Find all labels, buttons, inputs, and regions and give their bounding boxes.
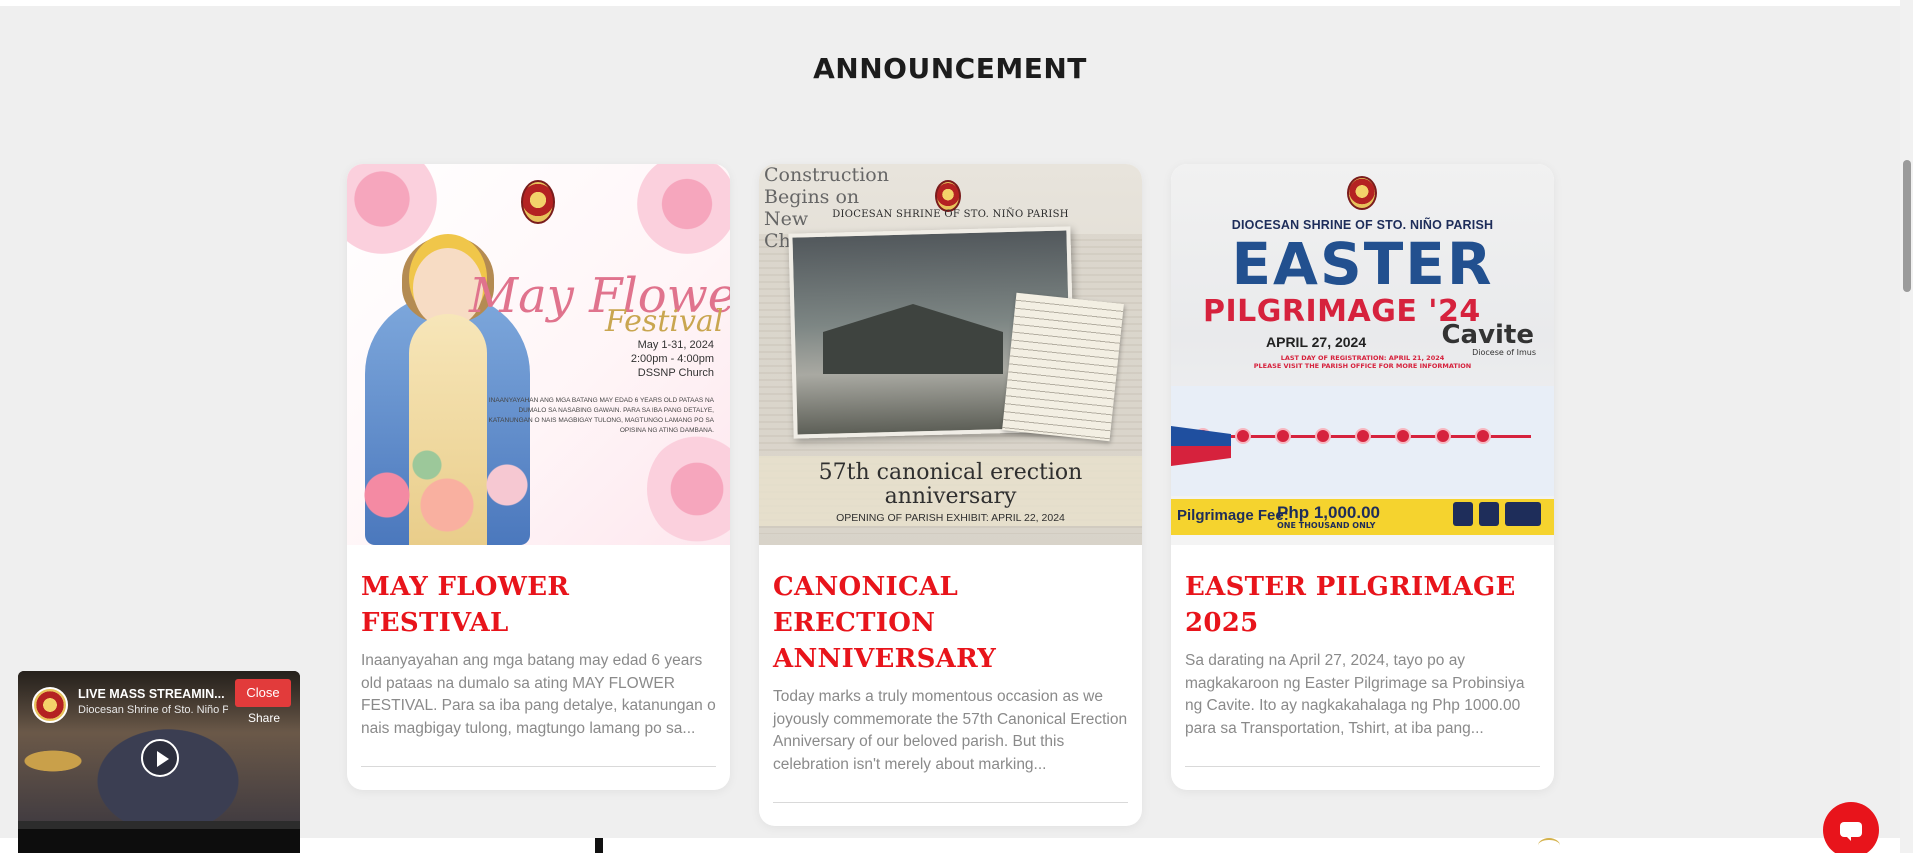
- parish-seal-icon: [935, 180, 961, 212]
- route-stop: [1315, 428, 1331, 444]
- poster-easter: EASTER: [1231, 230, 1494, 298]
- scrollbar-thumb[interactable]: [1903, 160, 1911, 292]
- share-button[interactable]: Share: [248, 711, 280, 725]
- parish-seal-icon: [521, 180, 555, 224]
- card-image[interactable]: Construction Begins on New Church DIOCES…: [759, 164, 1142, 545]
- stream-channel[interactable]: Diocesan Shrine of Sto. Niño P: [78, 704, 228, 716]
- fee-label: Pilgrimage Fee:: [1177, 507, 1289, 524]
- route-stop: [1355, 428, 1371, 444]
- blossom-decoration: [637, 164, 730, 254]
- video-controls-bar: [18, 829, 300, 853]
- poster-parish: DIOCESAN SHRINE OF STO. NIÑO PARISH: [832, 209, 1069, 220]
- card-body: EASTER PILGRIMAGE 2025 Sa darating na Ap…: [1171, 545, 1554, 790]
- poster-province: Cavite: [1441, 320, 1534, 350]
- scrollbar-track[interactable]: [1900, 0, 1913, 853]
- poster-time: 2:00pm - 4:00pm: [630, 353, 714, 365]
- card-image[interactable]: May Flower Festival May 1-31, 2024 2:00p…: [347, 164, 730, 545]
- poster-pilgrimage: PILGRIMAGE '24: [1203, 294, 1481, 329]
- card-title[interactable]: EASTER PILGRIMAGE 2025: [1185, 569, 1540, 641]
- route-stop: [1435, 428, 1451, 444]
- card-excerpt: Sa darating na April 27, 2024, tayo po a…: [1185, 652, 1525, 737]
- blossom-decoration: [347, 164, 437, 254]
- handwritten-note: [1002, 292, 1124, 442]
- fee-words: ONE THOUSAND ONLY: [1277, 521, 1376, 530]
- footer-ornament: [1538, 838, 1560, 853]
- route-stop: [1395, 428, 1411, 444]
- registration-deadline: LAST DAY OF REGISTRATION: APRIL 21, 2024: [1280, 354, 1445, 362]
- channel-avatar[interactable]: [32, 687, 68, 723]
- card-body: CANONICAL ERECTION ANNIVERSARY Today mar…: [759, 545, 1142, 826]
- poster-info: May 1-31, 2024 2:00pm - 4:00pm DSSNP Chu…: [631, 338, 714, 380]
- fee-value: Php 1,000.00: [1277, 503, 1381, 522]
- flowers-decoration: [347, 435, 547, 545]
- poster-line-1: 57th canonical erection: [818, 460, 1083, 485]
- section-title: ANNOUNCEMENT: [813, 52, 1087, 85]
- registration-info: PLEASE VISIT THE PARISH OFFICE FOR MORE …: [1253, 362, 1472, 370]
- poster-line-3: OPENING OF PARISH EXHIBIT: APRIL 22, 202…: [836, 512, 1065, 524]
- close-button[interactable]: Close: [235, 679, 291, 707]
- play-icon[interactable]: [141, 739, 179, 777]
- route-stop: [1475, 428, 1491, 444]
- poster-dates: May 1-31, 2024: [637, 339, 714, 351]
- card-excerpt: Today marks a truly momentous occasion a…: [773, 688, 1128, 773]
- blossom-decoration: [647, 434, 730, 544]
- card-title[interactable]: CANONICAL ERECTION ANNIVERSARY: [773, 569, 1128, 677]
- card-excerpt: Inaanyayahan ang mga batang may edad 6 y…: [361, 652, 716, 737]
- poster-line-2: anniversary: [884, 484, 1017, 509]
- card-body: MAY FLOWER FESTIVAL Inaanyayahan ang mga…: [347, 545, 730, 790]
- video-ticker: [18, 821, 300, 829]
- parish-seal-icon: [1347, 176, 1377, 210]
- poster-registration: LAST DAY OF REGISTRATION: APRIL 21, 2024…: [1171, 354, 1554, 370]
- poster-date: APRIL 27, 2024: [1266, 334, 1367, 350]
- announcement-card-canonical-erection[interactable]: Construction Begins on New Church DIOCES…: [759, 164, 1142, 826]
- poster-venue: DSSNP Church: [637, 367, 714, 379]
- id-card-icon: [1505, 502, 1541, 526]
- stream-title[interactable]: LIVE MASS STREAMIN...: [78, 687, 225, 701]
- announcement-card-easter-pilgrimage[interactable]: DIOCESAN SHRINE OF STO. NIÑO PARISH EAST…: [1171, 164, 1554, 790]
- poster-subtitle: Festival: [605, 304, 724, 339]
- route-stop: [1235, 428, 1251, 444]
- card-image[interactable]: DIOCESAN SHRINE OF STO. NIÑO PARISH EAST…: [1171, 164, 1554, 545]
- tshirt-icon: [1479, 502, 1499, 526]
- chat-bubble-icon[interactable]: [1823, 802, 1879, 853]
- announcement-card-may-flower[interactable]: May Flower Festival May 1-31, 2024 2:00p…: [347, 164, 730, 790]
- live-stream-widget[interactable]: LIVE MASS STREAMIN... Diocesan Shrine of…: [18, 671, 300, 853]
- route-stop: [1275, 428, 1291, 444]
- bus-icon: [1453, 502, 1473, 526]
- footer-fragment: [595, 838, 603, 853]
- poster-note: INAANYAYAHAN ANG MGA BATANG MAY EDAD 6 Y…: [488, 397, 715, 434]
- card-title[interactable]: MAY FLOWER FESTIVAL: [361, 569, 716, 641]
